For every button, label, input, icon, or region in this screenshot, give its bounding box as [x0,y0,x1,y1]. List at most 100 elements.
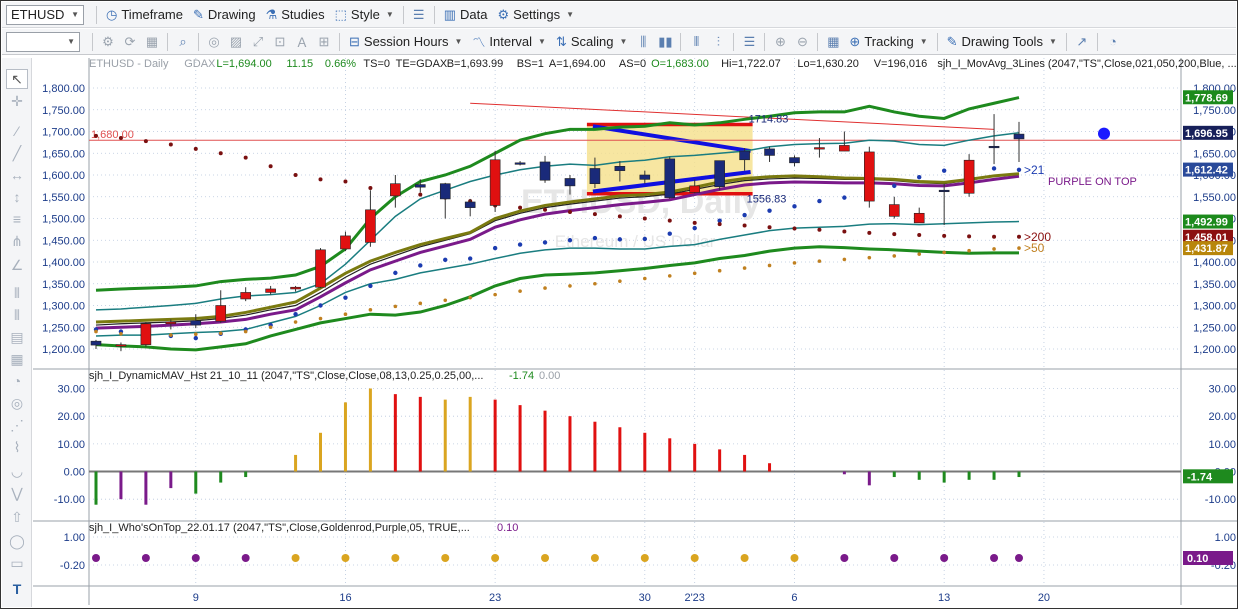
dot-ma21 [792,204,797,209]
rectangle-icon[interactable]: ▭ [6,553,28,573]
refresh-icon[interactable]: ⟳ [119,31,141,53]
crosshair-icon[interactable]: ✛ [6,91,28,111]
candles-compress-icon[interactable]: ⫼ [632,31,654,53]
header-change-pct: 0.66% [325,58,356,70]
session-hours-button[interactable]: ⊟ Session Hours ▼ [344,31,467,53]
panels-icon[interactable]: ☰ [738,31,760,53]
text-icon[interactable]: Ａ [291,31,313,53]
zoom-window-icon[interactable]: ⌕ [172,31,194,53]
speed-icon[interactable]: ◔ [6,371,28,391]
trend-icon[interactable]: ↗ [1071,31,1093,53]
who-on-top-dot [491,554,500,562]
settings-button[interactable]: ⚙ Settings ▼ [493,4,580,26]
timeframe-button[interactable]: ◷ Timeframe [101,4,188,26]
horizontal-line-icon[interactable]: ↔ [6,165,28,185]
columns-icon[interactable]: ⦀ [6,305,28,325]
brush-icon[interactable]: ⁄ [6,121,28,141]
dot-ma50 [867,255,872,260]
pane3-badge-label: 0.10 [1187,553,1208,565]
drawing-button[interactable]: ✎ Drawing [188,4,261,26]
fib-icon[interactable]: ≡ [6,209,28,229]
pane3-badge [1183,551,1233,565]
session-icon: ⊟ [349,33,360,49]
dot-ma200 [742,223,747,228]
dot-ma50 [193,332,198,337]
text-tool-icon[interactable]: T [6,579,28,599]
wedge-icon[interactable]: ⋁ [6,483,28,503]
pitchfork-icon[interactable]: ⋔ [6,231,28,251]
candle-body [290,286,301,290]
dot-ma50 [967,248,971,253]
candles-expand-icon[interactable]: ▮▮ [654,31,676,53]
gann-icon[interactable]: ▦ [6,349,28,369]
zoom-in-icon[interactable]: ⊕ [769,31,791,53]
scaling-button[interactable]: ⇅ Scaling ▼ [551,31,632,53]
dot-ma50 [518,289,522,293]
cycle-icon[interactable]: ⌇ [6,437,28,457]
drawing-tools-button[interactable]: ✎ Drawing Tools ▼ [942,31,1062,53]
dot-ma200 [518,205,523,210]
candle-body [414,184,426,188]
gear-icon[interactable]: ⚙ [97,31,119,53]
style-button[interactable]: ⬚ Style ▼ [330,4,399,26]
dot-ma50 [343,312,348,317]
dot-ma50 [243,329,248,334]
image-icon[interactable]: ▨ [225,31,247,53]
dot-ma200 [268,164,273,169]
x-tick-label: 6 [791,592,797,604]
dot-ma21 [143,331,149,336]
dot-ma50 [817,259,822,263]
fit-icon[interactable]: ⊡ [269,31,291,53]
bars-icon[interactable]: ⦀ [6,283,28,303]
chevron-down-icon: ▼ [919,37,928,46]
arrow-up-icon[interactable]: ⇧ [6,507,28,527]
interval-button[interactable]: 〽 Interval ▼ [467,31,551,53]
quick-combo[interactable]: ▼ [6,31,80,52]
chart-area[interactable]: 1,800.00 1,800.00 1,750.00 1,750.00 1,700.00… [1,1,1238,609]
fan-icon[interactable]: ⋰ [6,415,28,435]
price-tick-label-right: 1,300.00 [1193,301,1236,313]
spiral-icon[interactable]: ◎ [6,393,28,413]
target-icon[interactable]: ◎ [203,31,225,53]
pointer-icon[interactable]: ↖ [6,69,28,89]
dot-ma50 [293,320,298,324]
vertical-line-icon[interactable]: ↕ [6,187,28,207]
candle-body [839,145,850,152]
line-icon[interactable]: ╱ [6,143,28,163]
dot-ma21 [917,174,922,180]
data-button[interactable]: ▥ Data [439,4,493,26]
channel-icon[interactable]: ▤ [6,327,28,347]
candle-body [664,158,676,198]
tracking-button[interactable]: ⊕ Tracking ▼ [844,31,932,53]
price-tick-label: 1,450.00 [42,235,85,247]
arc-icon[interactable]: ◡ [6,461,28,481]
angle-icon[interactable]: ∠ [6,255,28,275]
crosshair-box-icon[interactable]: ⊞ [313,31,335,53]
symbol-combo[interactable]: ETHUSD ▼ [6,4,84,25]
bars-narrow-icon[interactable]: ⫴ [685,31,707,53]
ellipse-icon[interactable]: ◯ [6,531,28,551]
dot-ma21 [517,242,523,247]
dashboard-icon[interactable]: ◔ [1102,31,1124,53]
chevron-down-icon[interactable]: ▼ [71,10,79,19]
alert-dot-marker [1098,127,1110,140]
candle-body [539,161,551,181]
price-tick-label-right: 1,650.00 [1193,148,1236,160]
zoom-out-icon[interactable]: ⊖ [791,31,813,53]
dot-ma21 [243,327,248,332]
dot-ma21 [343,295,348,300]
toolbar-divider [402,5,404,24]
pane2-study-label: sjh_I_DynamicMAV_Hst 21_10_11 (2047,"TS"… [89,370,483,382]
grid-toggle-icon[interactable]: ▦ [822,31,844,53]
price-tick-label: 1,800.00 [42,83,85,95]
layout-icon[interactable]: ☰ [408,4,430,26]
bars-wide-icon[interactable]: ⫶ [707,31,729,53]
studies-button[interactable]: ⚗ Studies [261,4,330,26]
grid-icon[interactable]: ▦ [141,31,163,53]
dot-ma21 [617,237,623,242]
price-tick-label: 1,300.00 [42,301,85,313]
dot-ma200 [318,177,323,182]
x-tick-label: 2'23 [684,592,704,604]
resize-icon[interactable]: ⤢ [247,31,269,53]
chevron-down-icon[interactable]: ▼ [67,37,75,46]
